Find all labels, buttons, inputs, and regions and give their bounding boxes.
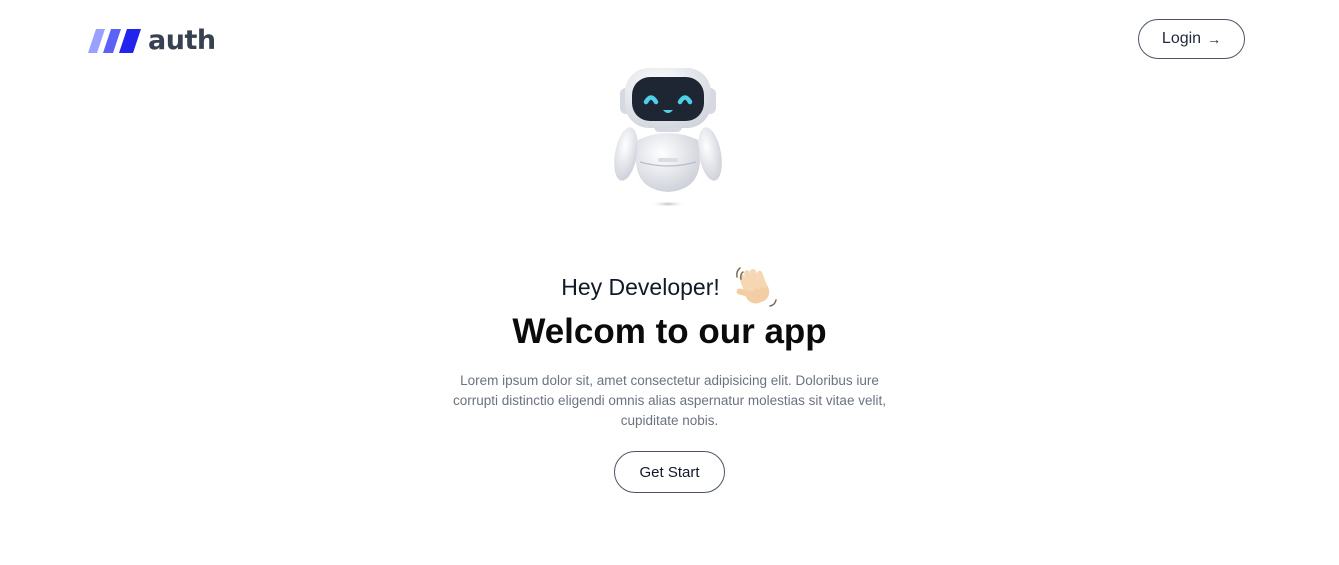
logo-text: auth	[148, 24, 216, 56]
landing-page: auth Login → Hey Developer! Welcom to ou…	[0, 0, 1339, 565]
hero-description: Lorem ipsum dolor sit, amet consectetur …	[453, 373, 886, 428]
login-button-label: Login	[1161, 30, 1202, 47]
greeting: Hey Developer!	[561, 262, 778, 312]
greeting-text: Hey Developer!	[561, 273, 720, 300]
hero-section: Hey Developer! Welcom to our app Lorem i…	[0, 262, 1339, 493]
brand-logo[interactable]: auth	[88, 26, 216, 56]
waving-hand-icon	[735, 267, 777, 307]
login-button[interactable]: Login →	[1138, 19, 1245, 59]
robot-icon	[614, 68, 722, 207]
get-start-button[interactable]: Get Start	[614, 451, 725, 493]
logo-stripes-icon	[88, 29, 141, 53]
arrow-right-icon: →	[1207, 31, 1222, 47]
page-title: Welcom to our app	[512, 312, 827, 351]
